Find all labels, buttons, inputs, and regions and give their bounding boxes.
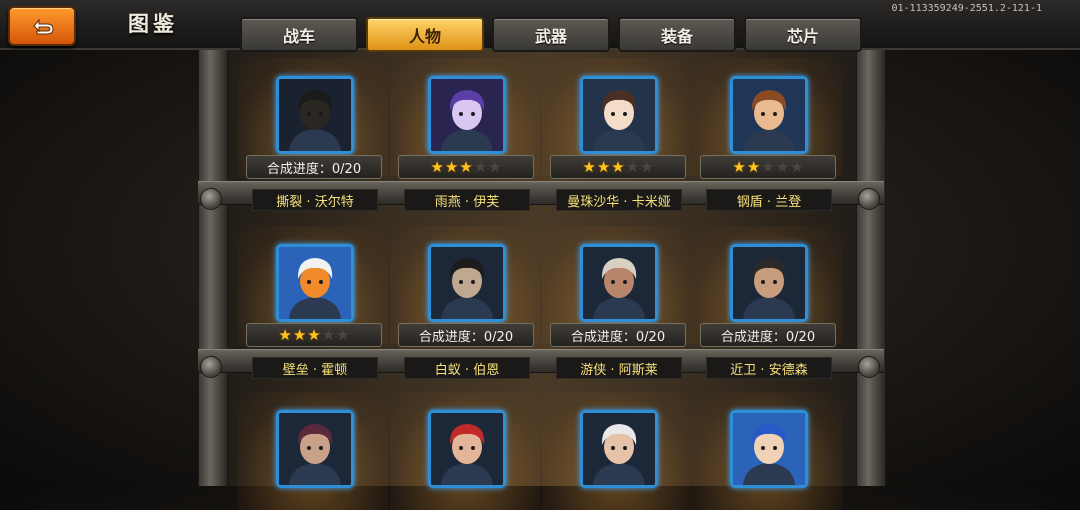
character-card[interactable]: 合成进度：0/20 游侠 · 阿斯莱 — [548, 244, 688, 379]
star-rating: ★ ★ ★ ★ ★ — [398, 155, 534, 179]
character-portrait[interactable] — [428, 244, 506, 322]
tab-chips[interactable]: 芯片 — [744, 17, 862, 52]
character-avatar-icon — [733, 247, 805, 319]
star-icon: ★ — [596, 157, 611, 176]
character-portrait[interactable] — [730, 410, 808, 488]
character-avatar-icon — [431, 79, 503, 151]
character-name: 游侠 · 阿斯莱 — [556, 357, 682, 379]
character-portrait[interactable] — [580, 76, 658, 154]
character-card[interactable] — [244, 410, 384, 488]
star-rating: ★ ★ ★ ★ ★ — [550, 155, 686, 179]
star-icon: ★ — [278, 325, 292, 344]
character-avatar-icon — [279, 247, 351, 319]
star-icon: ★ — [473, 157, 488, 176]
star-icon: ★ — [582, 157, 596, 176]
synthesis-progress-text: 合成进度：0/20 — [266, 161, 362, 177]
character-portrait[interactable] — [580, 244, 658, 322]
synthesis-progress: 合成进度：0/20 — [700, 323, 836, 347]
star-rating-stars: ★ ★ ★ ★ ★ — [430, 157, 502, 176]
character-avatar-icon — [279, 79, 351, 151]
back-button[interactable] — [8, 6, 76, 46]
star-icon: ★ — [640, 157, 654, 176]
bolt-icon — [858, 356, 880, 378]
character-card[interactable] — [548, 410, 688, 488]
character-card[interactable]: 合成进度：0/20 白蚁 · 伯恩 — [396, 244, 536, 379]
star-icon: ★ — [488, 157, 502, 176]
character-avatar-icon — [733, 413, 805, 485]
synthesis-progress: 合成进度：0/20 — [398, 323, 534, 347]
star-icon: ★ — [790, 157, 804, 176]
character-card[interactable] — [396, 410, 536, 488]
character-avatar-icon — [279, 413, 351, 485]
character-avatar-icon — [431, 413, 503, 485]
synthesis-progress: 合成进度：0/20 — [246, 155, 382, 179]
star-icon: ★ — [625, 157, 640, 176]
character-portrait[interactable] — [730, 244, 808, 322]
star-icon: ★ — [307, 325, 321, 344]
star-icon: ★ — [292, 325, 307, 344]
synthesis-progress-text: 合成进度：0/20 — [720, 329, 816, 345]
tab-equipment[interactable]: 装备 — [618, 17, 736, 52]
character-name: 撕裂 · 沃尔特 — [252, 189, 378, 211]
star-icon: ★ — [444, 157, 459, 176]
bolt-icon — [200, 356, 222, 378]
character-card[interactable]: ★ ★ ★ ★ ★ 雨燕 · 伊芙 — [396, 76, 536, 211]
star-icon: ★ — [336, 325, 350, 344]
star-rating: ★ ★ ★ ★ ★ — [246, 323, 382, 347]
star-rating-stars: ★ ★ ★ ★ ★ — [732, 157, 804, 176]
character-portrait[interactable] — [276, 244, 354, 322]
character-name: 白蚁 · 伯恩 — [404, 357, 530, 379]
star-rating-stars: ★ ★ ★ ★ ★ — [582, 157, 654, 176]
character-card[interactable]: 合成进度：0/20 撕裂 · 沃尔特 — [244, 76, 384, 211]
star-icon: ★ — [746, 157, 761, 176]
star-icon: ★ — [430, 157, 444, 176]
character-card[interactable]: ★ ★ ★ ★ ★ 曼珠沙华 · 卡米娅 — [548, 76, 688, 211]
character-card[interactable] — [698, 410, 838, 488]
character-card[interactable]: 合成进度：0/20 近卫 · 安德森 — [698, 244, 838, 379]
back-arrow-icon — [33, 18, 54, 35]
character-portrait[interactable] — [580, 410, 658, 488]
star-icon: ★ — [761, 157, 775, 176]
bolt-icon — [858, 188, 880, 210]
character-avatar-icon — [583, 79, 655, 151]
character-name: 雨燕 · 伊芙 — [404, 189, 530, 211]
character-avatar-icon — [583, 247, 655, 319]
star-icon: ★ — [732, 157, 746, 176]
star-icon: ★ — [321, 325, 336, 344]
tab-vehicles[interactable]: 战车 — [240, 17, 358, 52]
character-card[interactable]: ★ ★ ★ ★ ★ 钢盾 · 兰登 — [698, 76, 838, 211]
character-name: 近卫 · 安德森 — [706, 357, 832, 379]
character-name: 曼珠沙华 · 卡米娅 — [556, 189, 682, 211]
character-portrait[interactable] — [276, 410, 354, 488]
shelf-post-right — [856, 50, 886, 486]
tab-weapons[interactable]: 武器 — [492, 17, 610, 52]
build-id-label: 01-113359249-2551.2-121-1 — [891, 3, 1042, 14]
synthesis-progress: 合成进度：0/20 — [550, 323, 686, 347]
character-portrait[interactable] — [428, 410, 506, 488]
page-title: 图鉴 — [128, 12, 178, 36]
synthesis-progress-text: 合成进度：0/20 — [418, 329, 514, 345]
character-portrait[interactable] — [276, 76, 354, 154]
character-portrait[interactable] — [730, 76, 808, 154]
bolt-icon — [200, 188, 222, 210]
star-icon: ★ — [611, 157, 625, 176]
character-avatar-icon — [431, 247, 503, 319]
synthesis-progress-text: 合成进度：0/20 — [570, 329, 666, 345]
star-rating-stars: ★ ★ ★ ★ ★ — [278, 325, 350, 344]
tab-characters[interactable]: 人物 — [366, 17, 484, 52]
character-name: 钢盾 · 兰登 — [706, 189, 832, 211]
character-portrait[interactable] — [428, 76, 506, 154]
star-icon: ★ — [775, 157, 790, 176]
character-name: 壁垒 · 霍顿 — [252, 357, 378, 379]
star-rating: ★ ★ ★ ★ ★ — [700, 155, 836, 179]
character-avatar-icon — [733, 79, 805, 151]
shelf-post-left — [198, 50, 228, 486]
character-card[interactable]: ★ ★ ★ ★ ★ 壁垒 · 霍顿 — [244, 244, 384, 379]
character-avatar-icon — [583, 413, 655, 485]
star-icon: ★ — [459, 157, 473, 176]
